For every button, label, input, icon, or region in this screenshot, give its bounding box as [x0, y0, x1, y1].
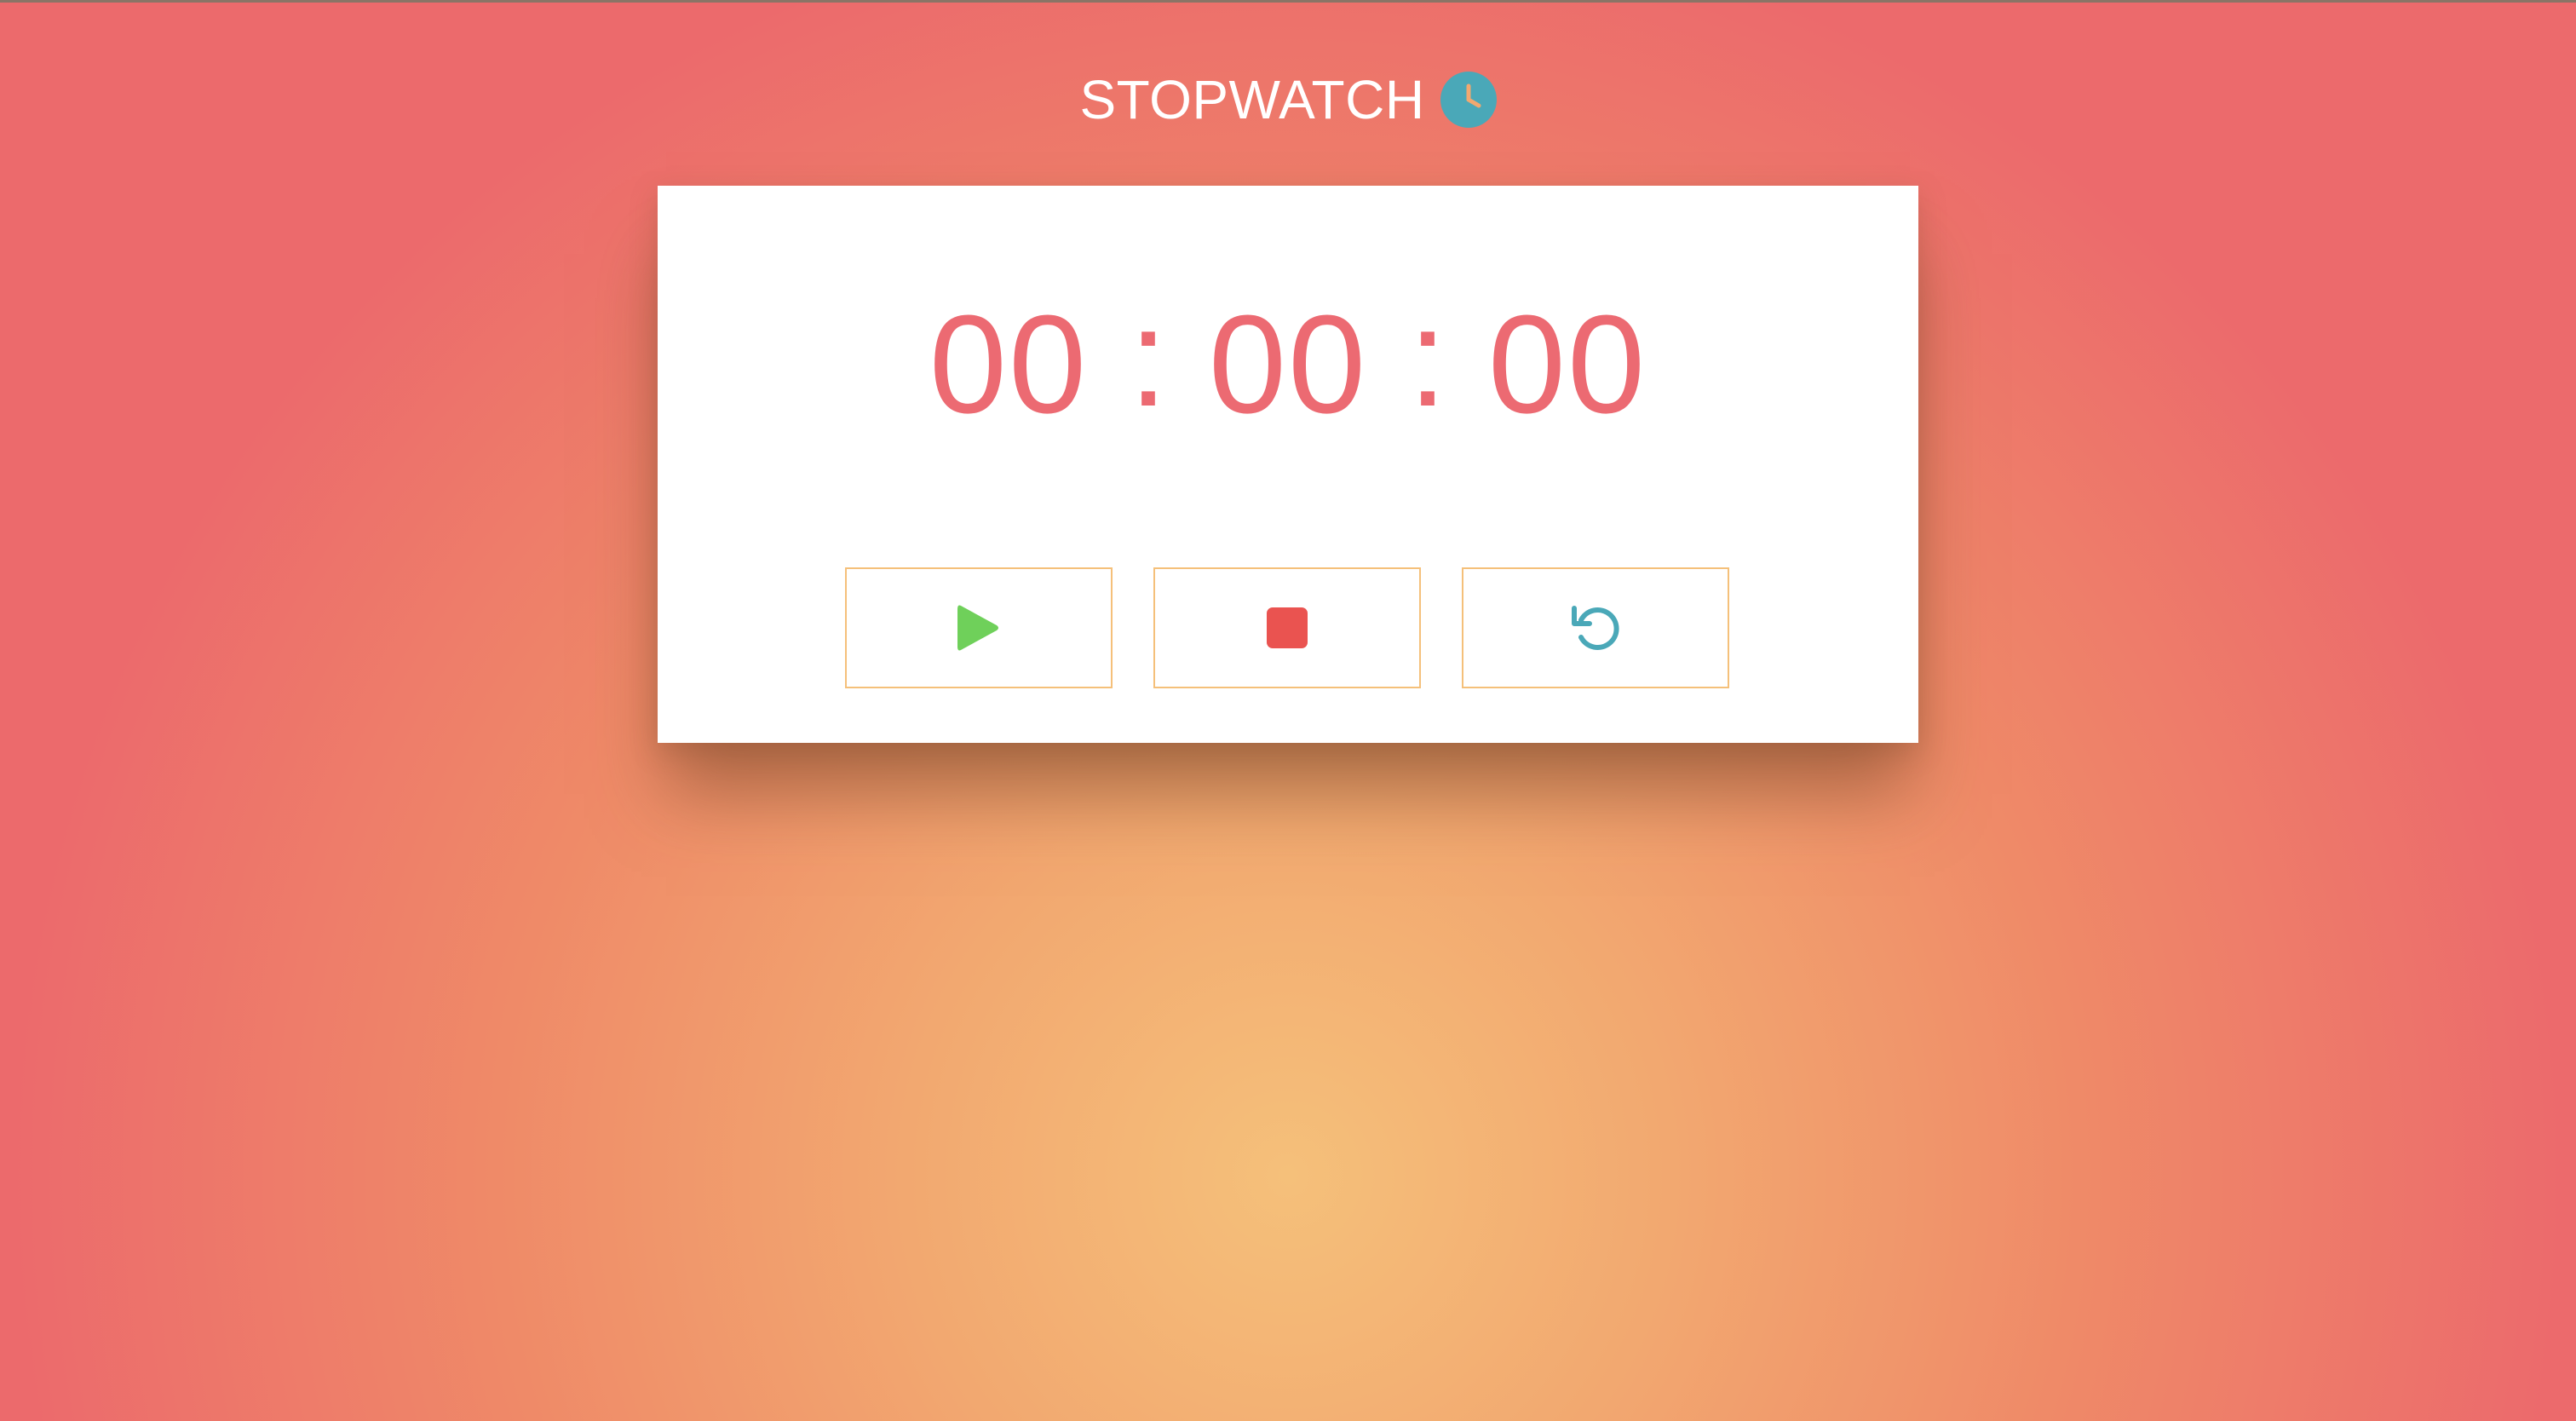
- stopwatch-card: 00 : 00 : 00: [658, 186, 1918, 743]
- clock-icon: [1440, 72, 1497, 128]
- seconds-display: 00: [1487, 286, 1647, 442]
- stop-icon: [1267, 607, 1308, 648]
- time-display: 00 : 00 : 00: [658, 286, 1918, 442]
- page-title: STOPWATCH: [1079, 69, 1425, 130]
- top-border: [0, 0, 2576, 3]
- play-icon: [957, 605, 998, 651]
- controls: [845, 567, 1731, 690]
- hours-display: 00: [929, 286, 1089, 442]
- start-button[interactable]: [845, 567, 1113, 688]
- minutes-display: 00: [1208, 286, 1368, 442]
- stop-button[interactable]: [1153, 567, 1421, 688]
- time-separator: :: [1129, 279, 1168, 435]
- reset-icon: [1572, 606, 1619, 650]
- time-separator: :: [1408, 279, 1447, 435]
- reset-button[interactable]: [1462, 567, 1729, 688]
- header: STOPWATCH: [0, 63, 2576, 136]
